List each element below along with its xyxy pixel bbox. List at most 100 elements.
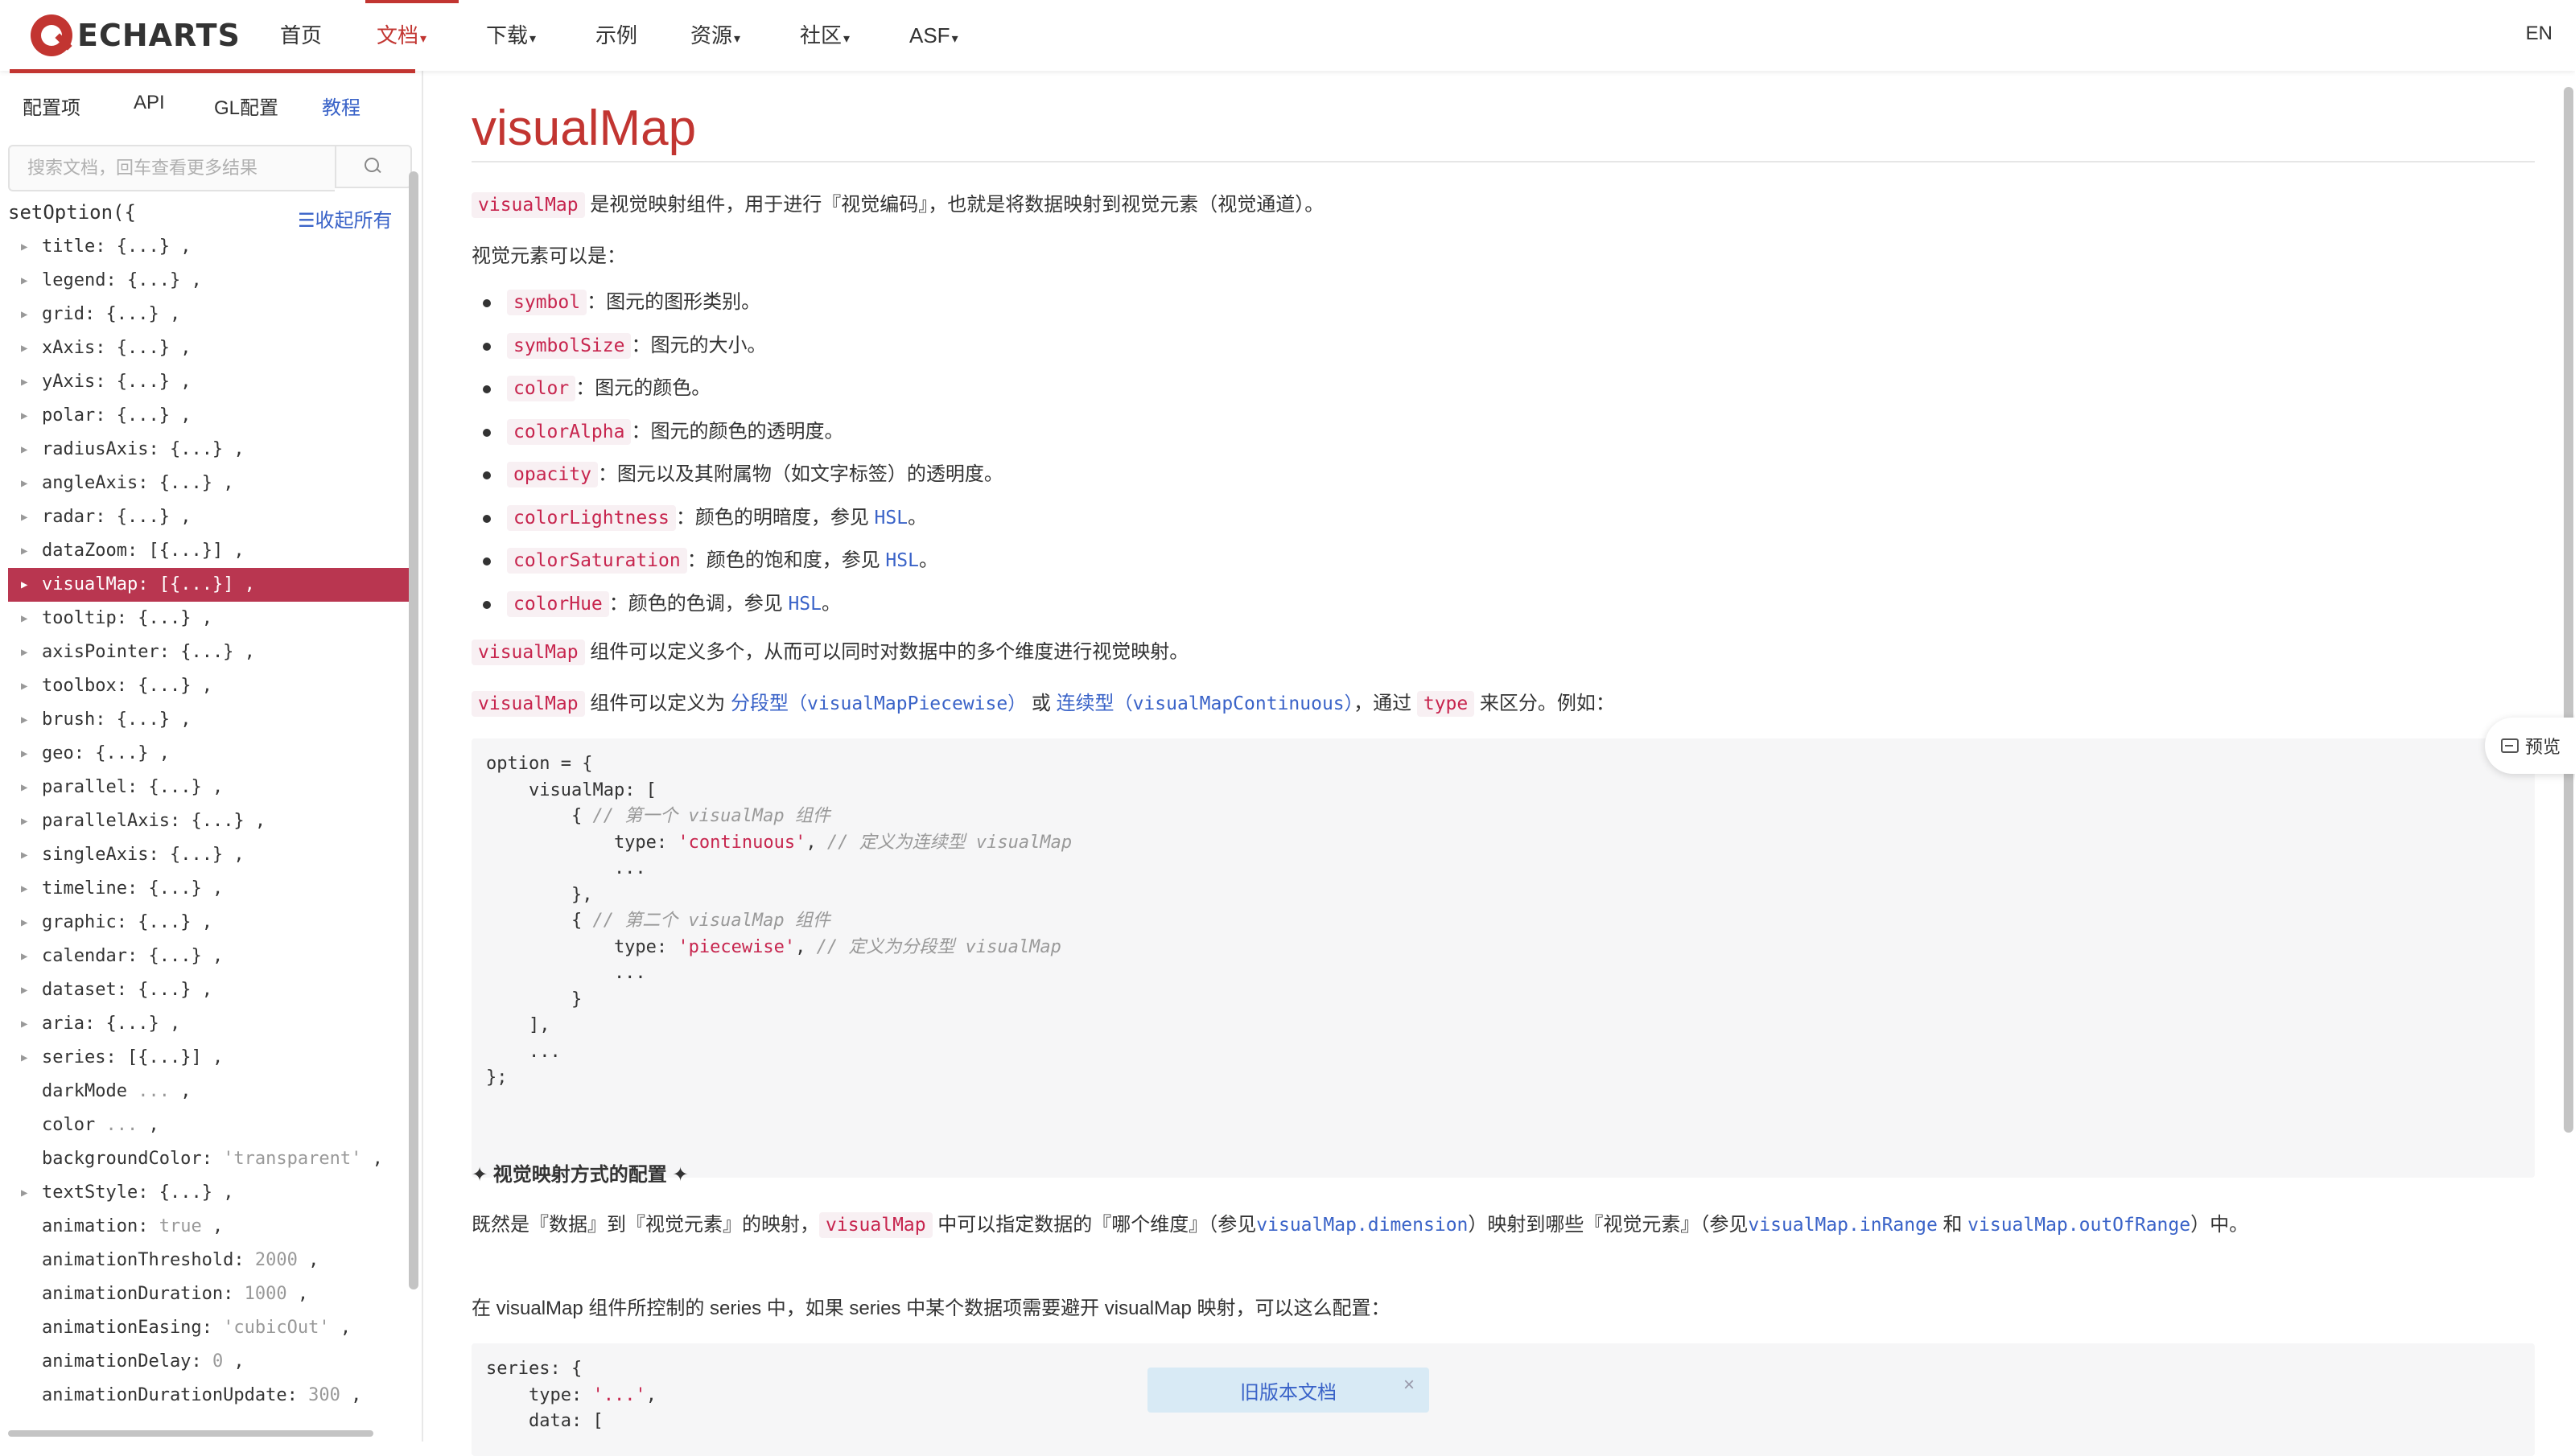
caret-right-icon[interactable]: ▶ bbox=[21, 635, 27, 669]
search-button[interactable] bbox=[335, 145, 412, 188]
tree-item-animationdurationupdate[interactable]: animationDurationUpdate: 300 , bbox=[0, 1379, 410, 1413]
caret-right-icon[interactable]: ▶ bbox=[21, 534, 27, 568]
caret-right-icon[interactable]: ▶ bbox=[21, 500, 27, 534]
tree-item-datazoom[interactable]: ▶ dataZoom: [{...}] , bbox=[0, 534, 410, 568]
dimension-link[interactable]: visualMap.dimension bbox=[1256, 1215, 1468, 1236]
continuous-link-code[interactable]: （visualMapContinuous） bbox=[1114, 693, 1354, 714]
caret-right-icon[interactable]: ▶ bbox=[21, 298, 27, 331]
nav-download[interactable]: 下载 ▾ bbox=[486, 21, 536, 50]
tree-item-backgroundcolor[interactable]: backgroundColor: 'transparent' , bbox=[0, 1142, 410, 1176]
caret-right-icon[interactable]: ▶ bbox=[21, 433, 27, 467]
tree-item-comma: , bbox=[244, 811, 266, 831]
tree-item-darkmode[interactable]: darkMode ... , bbox=[0, 1075, 410, 1108]
tree-item-series[interactable]: ▶ series: [{...}] , bbox=[0, 1041, 410, 1075]
hsl-link[interactable]: HSL bbox=[885, 550, 919, 571]
tab-gl-option[interactable]: GL配置 bbox=[214, 92, 278, 120]
language-switch[interactable]: EN bbox=[2526, 23, 2552, 45]
tree-item-yaxis[interactable]: ▶ yAxis: {...} , bbox=[0, 365, 410, 399]
tree-item-textstyle[interactable]: ▶ textStyle: {...} , bbox=[0, 1176, 410, 1210]
old-version-label: 旧版本文档 bbox=[1240, 1381, 1337, 1404]
nav-asf[interactable]: ASF ▾ bbox=[909, 21, 958, 50]
tree-item-tooltip[interactable]: ▶ tooltip: {...} , bbox=[0, 602, 410, 635]
tree-item-dataset[interactable]: ▶ dataset: {...} , bbox=[0, 973, 410, 1007]
tree-item-key: graphic bbox=[42, 912, 117, 932]
tree-item-color[interactable]: color ... , bbox=[0, 1108, 410, 1142]
main-scrollbar[interactable] bbox=[2564, 87, 2573, 1133]
tree-item-animation[interactable]: animation: true , bbox=[0, 1210, 410, 1244]
caret-right-icon[interactable]: ▶ bbox=[21, 940, 27, 973]
tree-item-toolbox[interactable]: ▶ toolbox: {...} , bbox=[0, 669, 410, 703]
caret-right-icon[interactable]: ▶ bbox=[21, 264, 27, 298]
tab-api[interactable]: API bbox=[134, 92, 165, 114]
tree-item-radar[interactable]: ▶ radar: {...} , bbox=[0, 500, 410, 534]
caret-right-icon[interactable]: ▶ bbox=[21, 1007, 27, 1041]
tree-item-geo[interactable]: ▶ geo: {...} , bbox=[0, 737, 410, 771]
caret-right-icon[interactable]: ▶ bbox=[21, 602, 27, 635]
tree-item-graphic[interactable]: ▶ graphic: {...} , bbox=[0, 906, 410, 940]
caret-right-icon[interactable]: ▶ bbox=[21, 365, 27, 399]
inrange-link[interactable]: visualMap.inRange bbox=[1748, 1215, 1937, 1236]
caret-right-icon[interactable]: ▶ bbox=[21, 703, 27, 737]
caret-right-icon[interactable]: ▶ bbox=[21, 399, 27, 433]
nav-docs[interactable]: 文档 ▾ bbox=[377, 21, 426, 50]
hsl-link[interactable]: HSL bbox=[788, 594, 822, 615]
old-version-banner[interactable]: 旧版本文档 × bbox=[1147, 1368, 1429, 1413]
tab-tutorial[interactable]: 教程 bbox=[322, 92, 360, 120]
tree-item-xaxis[interactable]: ▶ xAxis: {...} , bbox=[0, 331, 410, 365]
tree-item-legend[interactable]: ▶ legend: {...} , bbox=[0, 264, 410, 298]
tab-option[interactable]: 配置项 bbox=[23, 92, 80, 120]
caret-right-icon[interactable]: ▶ bbox=[21, 467, 27, 500]
echarts-logo-icon bbox=[31, 14, 72, 56]
nav-resources[interactable]: 资源 ▾ bbox=[690, 21, 740, 50]
caret-right-icon[interactable]: ▶ bbox=[21, 1176, 27, 1210]
continuous-link[interactable]: 连续型 bbox=[1057, 693, 1114, 714]
tree-item-key: animationDurationUpdate bbox=[42, 1385, 287, 1405]
list-item: symbolSize ：图元的大小。 bbox=[472, 330, 1003, 373]
sidebar-horizontal-scrollbar[interactable] bbox=[8, 1430, 373, 1437]
nav-examples[interactable]: 示例 bbox=[595, 21, 637, 50]
close-icon[interactable]: × bbox=[1403, 1374, 1415, 1396]
tree-item-parallelaxis[interactable]: ▶ parallelAxis: {...} , bbox=[0, 804, 410, 838]
caret-right-icon[interactable]: ▶ bbox=[21, 973, 27, 1007]
caret-right-icon[interactable]: ▶ bbox=[21, 771, 27, 804]
caret-right-icon[interactable]: ▶ bbox=[21, 669, 27, 703]
tree-item-visualmap[interactable]: ▶ visualMap: [{...}] , bbox=[8, 568, 410, 602]
caret-right-icon[interactable]: ▶ bbox=[21, 737, 27, 771]
nav-community[interactable]: 社区 ▾ bbox=[800, 21, 850, 50]
tree-item-title[interactable]: ▶ title: {...} , bbox=[0, 230, 410, 264]
caret-right-icon[interactable]: ▶ bbox=[21, 331, 27, 365]
tree-item-aria[interactable]: ▶ aria: {...} , bbox=[0, 1007, 410, 1041]
caret-right-icon[interactable]: ▶ bbox=[21, 804, 27, 838]
tree-item-animationthreshold[interactable]: animationThreshold: 2000 , bbox=[0, 1244, 410, 1277]
tree-item-grid[interactable]: ▶ grid: {...} , bbox=[0, 298, 410, 331]
collapse-all-button[interactable]: ☰收起所有 bbox=[298, 204, 393, 232]
piecewise-link[interactable]: 分段型 bbox=[731, 693, 789, 714]
piecewise-link-code[interactable]: （visualMapPiecewise） bbox=[789, 693, 1026, 714]
tree-item-singleaxis[interactable]: ▶ singleAxis: {...} , bbox=[0, 838, 410, 872]
tree-item-timeline[interactable]: ▶ timeline: {...} , bbox=[0, 872, 410, 906]
sidebar-scrollbar[interactable] bbox=[409, 171, 418, 1289]
caret-right-icon[interactable]: ▶ bbox=[21, 906, 27, 940]
tree-item-brush[interactable]: ▶ brush: {...} , bbox=[0, 703, 410, 737]
tree-item-animationeasing[interactable]: animationEasing: 'cubicOut' , bbox=[0, 1311, 410, 1345]
caret-right-icon[interactable]: ▶ bbox=[21, 872, 27, 906]
tree-item-axispointer[interactable]: ▶ axisPointer: {...} , bbox=[0, 635, 410, 669]
tree-item-comma: , bbox=[169, 507, 192, 527]
nav-home[interactable]: 首页 bbox=[280, 21, 322, 50]
caret-right-icon[interactable]: ▶ bbox=[21, 1041, 27, 1075]
preview-button[interactable]: 预览 bbox=[2485, 718, 2575, 774]
caret-right-icon[interactable]: ▶ bbox=[21, 838, 27, 872]
tree-item-radiusaxis[interactable]: ▶ radiusAxis: {...} , bbox=[0, 433, 410, 467]
outofrange-link[interactable]: visualMap.outOfRange bbox=[1967, 1215, 2190, 1236]
search-input[interactable] bbox=[10, 146, 335, 190]
caret-right-icon[interactable]: ▶ bbox=[21, 568, 27, 602]
tree-item-animationdelay[interactable]: animationDelay: 0 , bbox=[0, 1345, 410, 1379]
caret-right-icon[interactable]: ▶ bbox=[21, 230, 27, 264]
hsl-link[interactable]: HSL bbox=[875, 508, 908, 529]
tree-item-animationduration[interactable]: animationDuration: 1000 , bbox=[0, 1277, 410, 1311]
tree-item-polar[interactable]: ▶ polar: {...} , bbox=[0, 399, 410, 433]
echarts-logo[interactable]: ECHARTS bbox=[31, 13, 241, 58]
tree-item-angleaxis[interactable]: ▶ angleAxis: {...} , bbox=[0, 467, 410, 500]
tree-item-calendar[interactable]: ▶ calendar: {...} , bbox=[0, 940, 410, 973]
tree-item-parallel[interactable]: ▶ parallel: {...} , bbox=[0, 771, 410, 804]
